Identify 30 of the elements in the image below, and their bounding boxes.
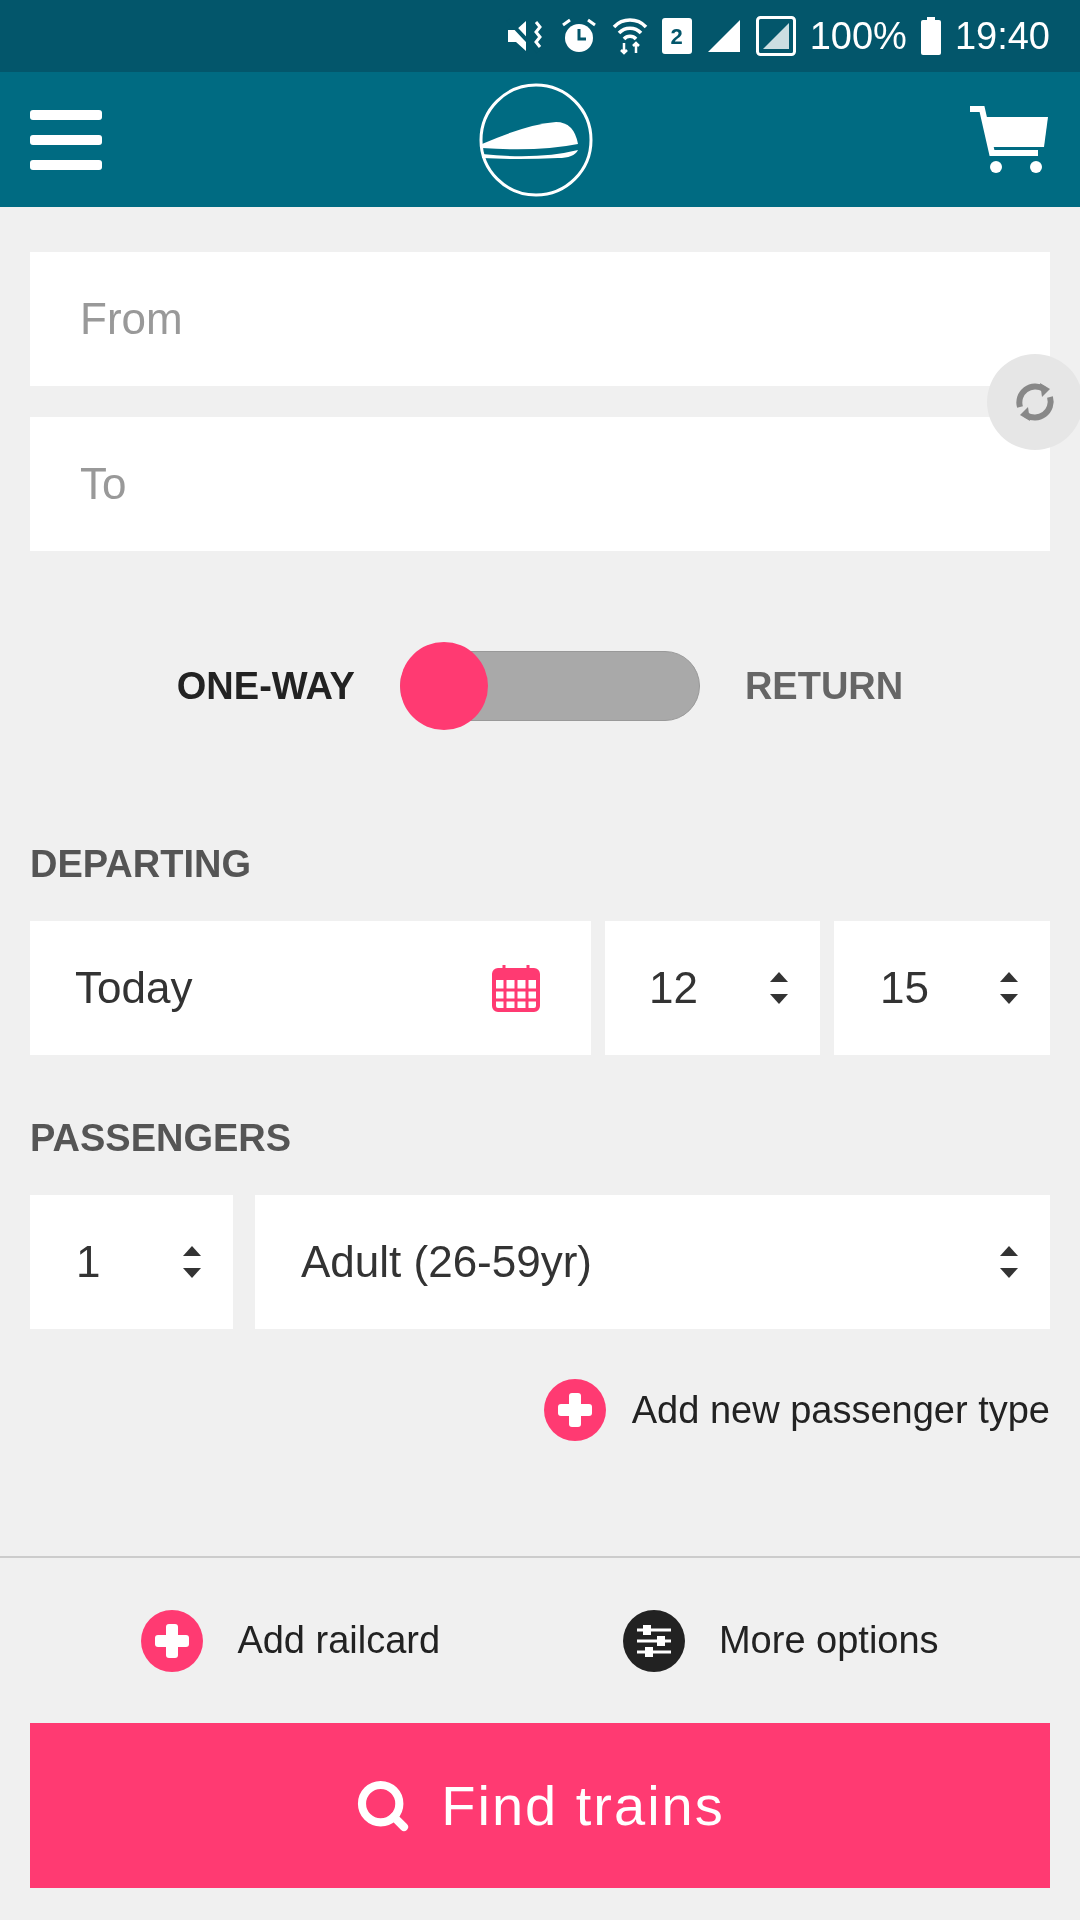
to-field[interactable]: To xyxy=(30,417,1050,551)
trip-toggle[interactable] xyxy=(399,642,700,730)
cart-icon[interactable] xyxy=(970,104,1050,175)
from-field[interactable]: From xyxy=(30,252,1050,386)
hour-picker[interactable]: 12 xyxy=(605,921,820,1055)
calendar-icon xyxy=(491,963,541,1013)
train-logo-icon xyxy=(478,81,594,198)
signal-icon xyxy=(755,16,796,56)
battery-level: 100% xyxy=(809,17,907,55)
plus-icon xyxy=(543,1379,606,1441)
date-field[interactable]: Today xyxy=(30,921,591,1055)
add-passenger-type-button[interactable]: Add new passenger type xyxy=(543,1379,1050,1441)
menu-icon[interactable] xyxy=(30,109,102,170)
sim-badge: 2 xyxy=(661,18,692,54)
clock: 19:40 xyxy=(954,17,1050,55)
swap-icon xyxy=(1014,381,1056,423)
passenger-count-picker[interactable]: 1 xyxy=(30,1195,233,1329)
section-label: DEPARTING xyxy=(30,842,252,887)
alarm-icon xyxy=(559,17,598,55)
battery-icon xyxy=(920,17,941,55)
add-railcard-button[interactable]: Add railcard xyxy=(141,1609,441,1672)
sliders-icon xyxy=(622,1609,685,1672)
wifi-icon xyxy=(611,17,648,55)
passenger-type-select[interactable]: Adult (26-59yr) xyxy=(255,1195,1050,1329)
section-label: PASSENGERS xyxy=(30,1116,293,1161)
plus-icon xyxy=(141,1609,204,1672)
trip-option[interactable]: RETURN xyxy=(744,657,904,715)
minute-picker[interactable]: 15 xyxy=(834,921,1050,1055)
more-options-button[interactable]: More options xyxy=(622,1609,939,1672)
trip-option[interactable]: ONE-WAY xyxy=(176,657,355,715)
